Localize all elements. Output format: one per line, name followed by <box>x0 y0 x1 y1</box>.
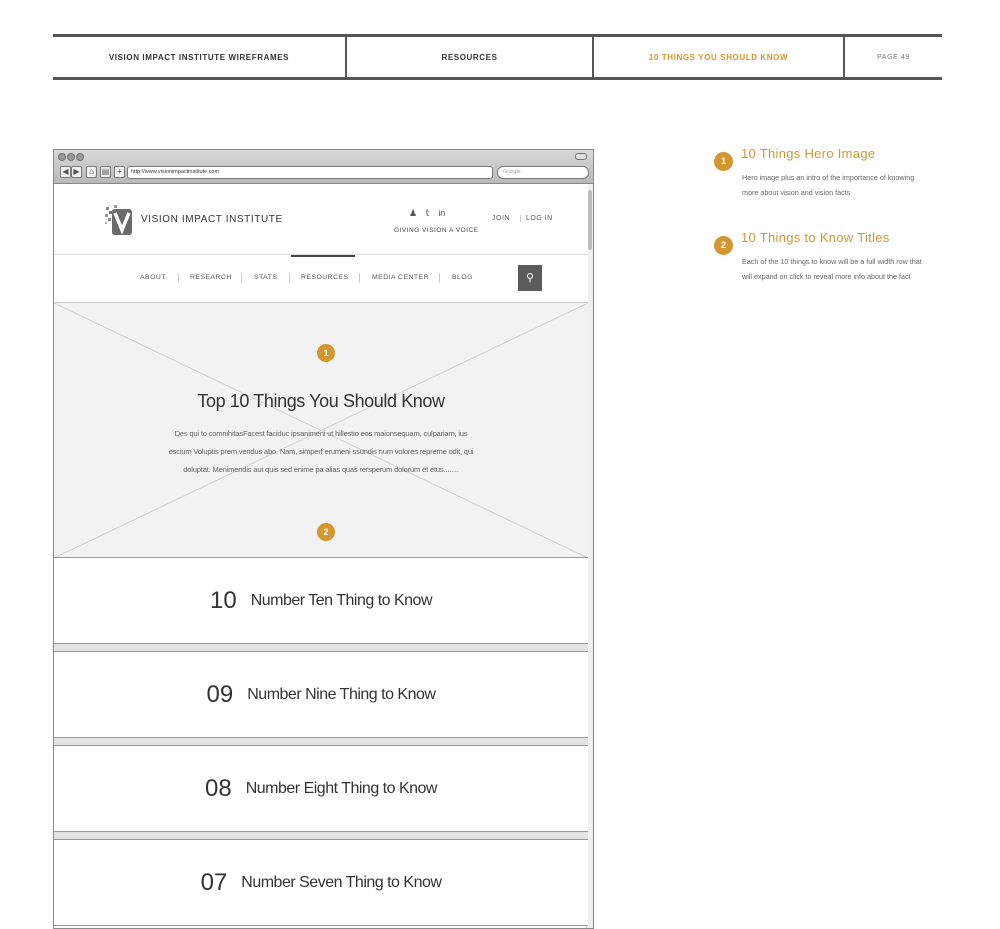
annotation-title: 10 Things to Know Titles <box>741 230 890 245</box>
minimize-window-dot[interactable] <box>67 153 75 161</box>
zoom-window-dot[interactable] <box>76 153 84 161</box>
nav-item-resources[interactable]: RESOURCES <box>301 274 349 281</box>
annotation-number: 1 <box>714 152 733 171</box>
new-tab-icon[interactable]: + <box>114 166 125 178</box>
join-link[interactable]: JOIN <box>492 215 510 222</box>
scrollbar-thumb[interactable] <box>588 190 592 250</box>
annotation-description: Each of the 10 things to know will be a … <box>742 257 922 281</box>
annotation-marker-2: 2 <box>317 523 335 541</box>
nav-divider <box>439 273 440 283</box>
share-icon[interactable]: ♟ <box>409 208 417 218</box>
site-header: VISION IMPACT INSTITUTE ♟ 𝕥 in GIVING VI… <box>54 184 588 254</box>
close-window-dot[interactable] <box>58 153 66 161</box>
annotation-number: 2 <box>714 236 733 255</box>
nav-item-stats[interactable]: STATS <box>254 274 277 281</box>
thing-title: Number Nine Thing to Know <box>247 685 436 703</box>
annotation-marker-1: 1 <box>317 344 335 362</box>
page-title: 10 THINGS YOU SHOULD KNOW <box>594 37 845 77</box>
nav-item-blog[interactable]: BLOG <box>452 274 473 281</box>
page-number: PAGE 49 <box>877 53 910 61</box>
hero-title: Top 10 Things You Should Know <box>197 391 445 411</box>
url-input[interactable]: http://www.visionimpactinstitute.com <box>127 166 493 179</box>
row-divider <box>54 832 588 839</box>
site-navigation: ABOUT RESEARCH STATS RESOURCES MEDIA CEN… <box>54 254 588 303</box>
nav-item-research[interactable]: RESEARCH <box>190 274 232 281</box>
thing-row[interactable]: 08 Number Eight Thing to Know <box>54 745 588 832</box>
nav-item-media-center[interactable]: MEDIA CENTER <box>372 274 429 281</box>
row-divider <box>54 738 588 745</box>
thing-number: 09 <box>206 680 234 708</box>
back-icon[interactable]: ◀ <box>60 166 71 178</box>
nav-divider <box>289 273 290 283</box>
thing-title: Number Seven Thing to Know <box>241 873 442 891</box>
nav-divider <box>359 273 360 283</box>
active-nav-indicator <box>291 255 355 257</box>
twitter-icon[interactable]: 𝕥 <box>426 208 430 218</box>
login-link[interactable]: LOG IN <box>520 215 553 222</box>
home-icon[interactable]: ⌂ <box>86 166 97 178</box>
row-divider <box>54 644 588 651</box>
thing-number: 07 <box>200 868 228 896</box>
thing-number: 08 <box>205 774 232 802</box>
annotation-title: 10 Things Hero Image <box>741 146 876 161</box>
nav-divider <box>178 273 179 283</box>
logo-icon[interactable] <box>104 204 134 238</box>
search-icon[interactable]: ⚲ <box>518 265 542 291</box>
thing-row[interactable]: 10 Number Ten Thing to Know <box>54 557 588 644</box>
thing-row[interactable]: 09 Number Nine Thing to Know <box>54 651 588 738</box>
toolbar-toggle[interactable] <box>575 153 587 160</box>
thing-title: Number Ten Thing to Know <box>250 591 433 609</box>
nav-divider <box>241 273 242 283</box>
browser-search-input[interactable]: Google <box>497 166 589 179</box>
linkedin-icon[interactable]: in <box>438 208 445 218</box>
annotation-description: Hero image plus an intro of the importan… <box>742 173 915 197</box>
project-title: VISION IMPACT INSTITUTE WIREFRAMES <box>53 37 347 77</box>
hero-intro-text: Des qui to comnihitasFacest faciduc ipsa… <box>168 429 474 474</box>
social-links: ♟ 𝕥 in <box>409 208 451 219</box>
thing-row[interactable]: 07 Number Seven Thing to Know <box>54 839 588 926</box>
forward-icon[interactable]: ▶ <box>71 166 82 178</box>
bookmarks-icon[interactable]: ▤ <box>100 166 111 178</box>
section-title: RESOURCES <box>347 37 594 77</box>
thing-number: 10 <box>210 586 237 614</box>
browser-window: ◀ ▶ ⌂ ▤ + http://www.visionimpactinstitu… <box>53 149 594 929</box>
nav-item-about[interactable]: ABOUT <box>140 274 166 281</box>
thing-title: Number Eight Thing to Know <box>245 779 438 797</box>
wireframe-header: VISION IMPACT INSTITUTE WIREFRAMES RESOU… <box>53 34 942 80</box>
site-name[interactable]: VISION IMPACT INSTITUTE <box>141 214 283 225</box>
hero-image-placeholder: 1 Top 10 Things You Should Know Des qui … <box>54 302 588 559</box>
site-tagline: GIVING VISION A VOICE <box>394 227 479 234</box>
browser-chrome: ◀ ▶ ⌂ ▤ + http://www.visionimpactinstitu… <box>54 150 593 184</box>
